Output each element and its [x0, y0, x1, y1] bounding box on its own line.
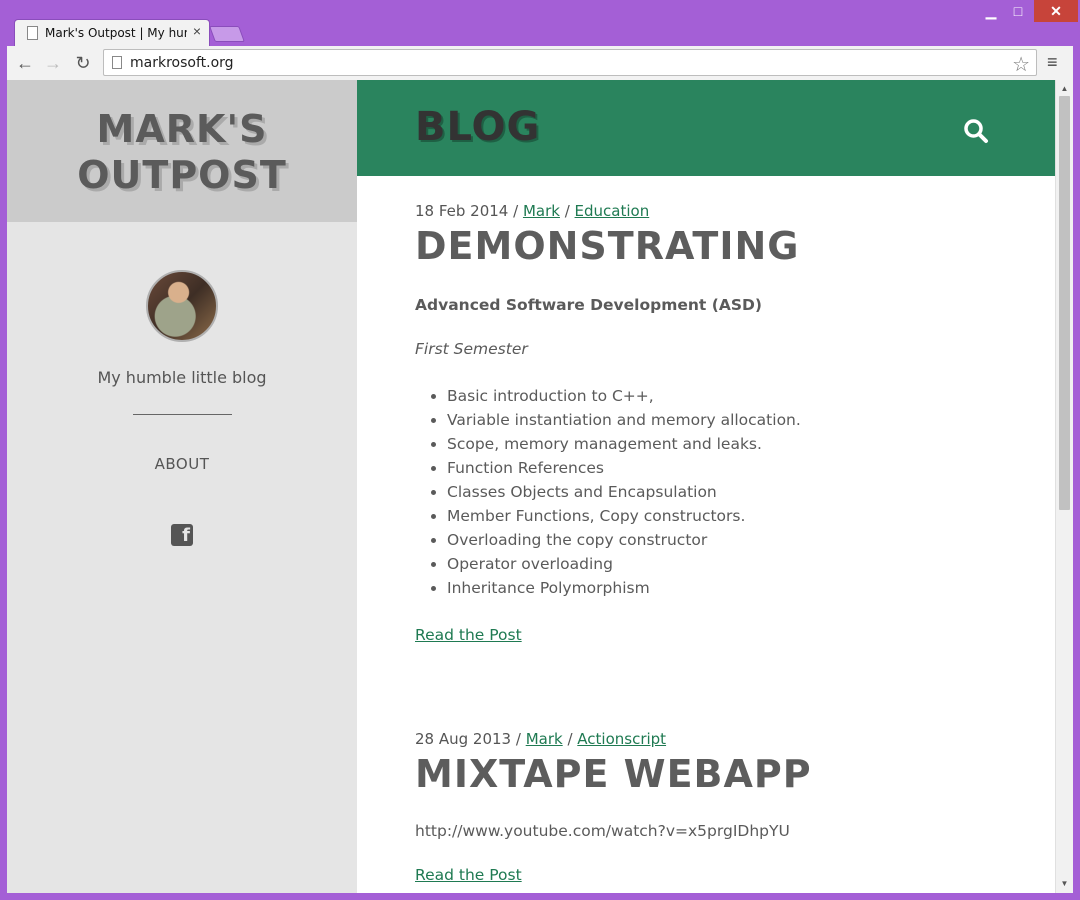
post-category-link[interactable]: Education — [575, 202, 650, 220]
window-titlebar: Mark's Outpost | My humble little blog ×… — [0, 0, 1080, 46]
scrollbar-thumb[interactable] — [1059, 96, 1070, 510]
post-author-link[interactable]: Mark — [523, 202, 560, 220]
nav-about-link[interactable]: ABOUT — [7, 455, 357, 473]
list-item: Function References — [447, 456, 1015, 480]
scroll-up-arrow-icon[interactable]: ▲ — [1056, 82, 1073, 96]
blog-post: 18 Feb 2014 / Mark / Education DEMONSTRA… — [415, 200, 1015, 644]
tab-title: Mark's Outpost | My humble little blog — [45, 26, 187, 40]
post-meta: 28 Aug 2013 / Mark / Actionscript — [415, 730, 667, 748]
browser-tab[interactable]: Mark's Outpost | My humble little blog × — [14, 19, 210, 46]
list-item: Basic introduction to C++, — [447, 384, 1015, 408]
list-item: Operator overloading — [447, 552, 1015, 576]
back-button[interactable]: ← — [13, 51, 37, 75]
list-item: Overloading the copy constructor — [447, 528, 1015, 552]
post-title[interactable]: DEMONSTRATING — [415, 224, 1015, 268]
browser-menu-icon[interactable]: ≡ — [1047, 52, 1058, 73]
page-title: BLOG — [415, 104, 541, 150]
post-meta: 18 Feb 2014 / Mark / Education — [415, 202, 650, 220]
page-viewport: MARK'S OUTPOST My humble little blog ABO… — [7, 80, 1073, 893]
read-post-link[interactable]: Read the Post — [415, 626, 522, 644]
post-title[interactable]: MIXTAPE WEBAPP — [415, 752, 1015, 796]
site-header: MARK'S OUTPOST — [7, 80, 357, 222]
read-post-link[interactable]: Read the Post — [415, 866, 522, 884]
search-icon[interactable] — [963, 118, 989, 144]
address-bar[interactable]: markrosoft.org ☆ — [103, 49, 1037, 76]
post-topic-list: Basic introduction to C++, Variable inst… — [415, 384, 1015, 600]
blog-header: BLOG — [357, 80, 1055, 176]
list-item: Inheritance Polymorphism — [447, 576, 1015, 600]
sidebar: MARK'S OUTPOST My humble little blog ABO… — [7, 80, 357, 893]
bookmark-star-icon[interactable]: ☆ — [1012, 52, 1030, 77]
close-window-button[interactable]: ✕ — [1034, 0, 1078, 22]
tab-close-icon[interactable]: × — [193, 23, 201, 39]
main-content: BLOG 18 Feb 2014 / Mark / Education DEMO… — [357, 80, 1055, 893]
list-item: Member Functions, Copy constructors. — [447, 504, 1015, 528]
page-favicon-icon — [27, 26, 38, 40]
post-body: http://www.youtube.com/watch?v=x5prgIDhp… — [415, 822, 1015, 884]
divider — [133, 414, 232, 415]
maximize-button[interactable]: □ — [1004, 0, 1032, 22]
post-excerpt: http://www.youtube.com/watch?v=x5prgIDhp… — [415, 822, 790, 840]
minimize-button[interactable]: ▁ — [976, 0, 1006, 22]
list-item: Variable instantiation and memory alloca… — [447, 408, 1015, 432]
facebook-icon[interactable]: f — [171, 524, 193, 546]
vertical-scrollbar[interactable]: ▲ ▼ — [1055, 80, 1073, 893]
list-item: Classes Objects and Encapsulation — [447, 480, 1015, 504]
reload-button[interactable]: ↻ — [71, 51, 95, 75]
post-subtitle: Advanced Software Development (ASD) — [415, 296, 762, 314]
post-body: Advanced Software Development (ASD) Firs… — [415, 296, 1015, 644]
scroll-down-arrow-icon[interactable]: ▼ — [1056, 877, 1073, 891]
blog-post: 28 Aug 2013 / Mark / Actionscript MIXTAP… — [415, 728, 1015, 884]
site-title-line2: OUTPOST — [77, 153, 287, 197]
site-title[interactable]: MARK'S OUTPOST — [7, 106, 357, 198]
address-text[interactable]: markrosoft.org — [130, 55, 234, 71]
post-author-link[interactable]: Mark — [526, 730, 563, 748]
list-item: Scope, memory management and leaks. — [447, 432, 1015, 456]
new-tab-button[interactable] — [209, 26, 245, 42]
page-icon — [112, 56, 122, 69]
post-category-link[interactable]: Actionscript — [577, 730, 666, 748]
avatar[interactable] — [146, 270, 218, 342]
post-semester: First Semester — [415, 340, 528, 358]
browser-toolbar: ← → ↻ markrosoft.org ☆ ≡ — [7, 46, 1073, 80]
site-title-line1: MARK'S — [96, 107, 268, 151]
forward-button[interactable]: → — [41, 51, 65, 75]
site-tagline: My humble little blog — [97, 368, 267, 387]
post-date: 18 Feb 2014 — [415, 202, 509, 220]
post-date: 28 Aug 2013 — [415, 730, 512, 748]
